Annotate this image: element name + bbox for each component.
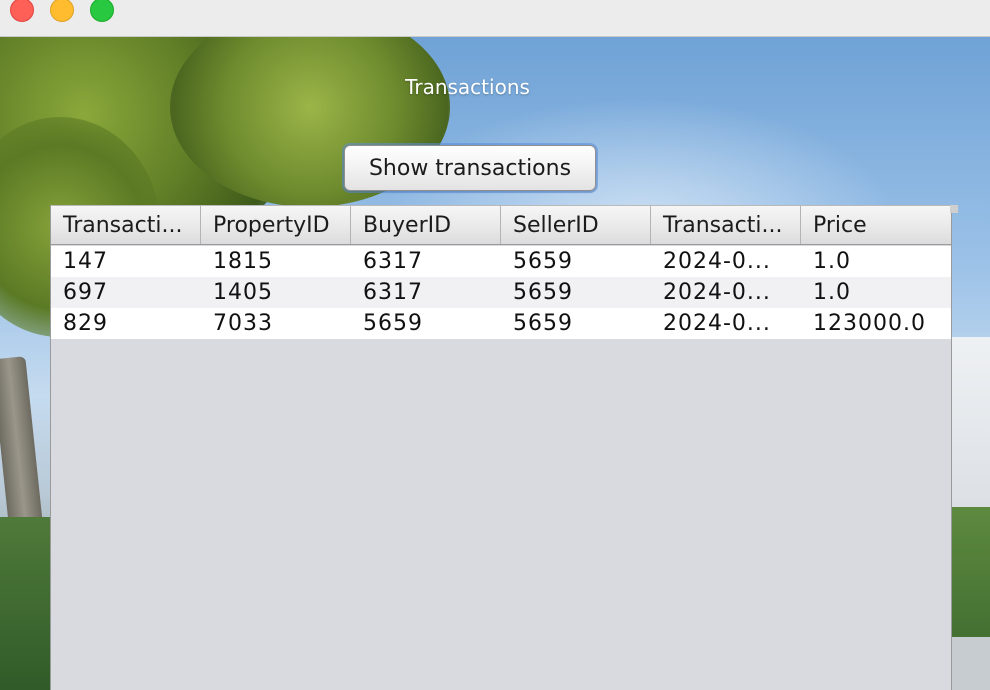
column-header-price[interactable]: Price [801,206,951,244]
column-header-transaction-date[interactable]: Transacti... [651,206,801,244]
background-path [952,637,990,690]
table-cell[interactable]: 6317 [351,277,501,308]
table-cell[interactable]: 1815 [201,246,351,277]
table-row[interactable]: 829 7033 5659 5659 2024-0... 123000.0 [51,308,951,339]
show-transactions-button[interactable]: Show transactions [344,145,596,191]
table-cell[interactable]: 147 [51,246,201,277]
minimize-window-button[interactable] [50,0,74,22]
transactions-table[interactable]: Transacti... PropertyID BuyerID SellerID… [50,205,952,690]
table-cell[interactable]: 5659 [351,308,501,339]
column-header-transaction-id[interactable]: Transacti... [51,206,201,244]
close-window-button[interactable] [10,0,34,22]
column-header-seller-id[interactable]: SellerID [501,206,651,244]
table-cell[interactable]: 829 [51,308,201,339]
table-row[interactable]: 147 1815 6317 5659 2024-0... 1.0 [51,246,951,277]
table-cell[interactable]: 697 [51,277,201,308]
column-header-buyer-id[interactable]: BuyerID [351,206,501,244]
column-header-property-id[interactable]: PropertyID [201,206,351,244]
table-body: 147 1815 6317 5659 2024-0... 1.0 697 140… [51,246,951,339]
table-cell[interactable]: 1.0 [801,277,951,308]
table-cell[interactable]: 5659 [501,246,651,277]
table-cell[interactable]: 7033 [201,308,351,339]
table-cell[interactable]: 5659 [501,308,651,339]
table-corner [950,205,958,213]
table-cell[interactable]: 2024-0... [651,246,801,277]
table-cell[interactable]: 1.0 [801,246,951,277]
table-cell[interactable]: 2024-0... [651,277,801,308]
table-cell[interactable]: 5659 [501,277,651,308]
window-titlebar [0,0,990,37]
table-cell[interactable]: 1405 [201,277,351,308]
table-header: Transacti... PropertyID BuyerID SellerID… [51,205,951,245]
page-title: Transactions [405,75,530,99]
table-cell[interactable]: 6317 [351,246,501,277]
content-pane: Transactions Show transactions Transacti… [0,37,990,690]
table-row[interactable]: 697 1405 6317 5659 2024-0... 1.0 [51,277,951,308]
table-cell[interactable]: 123000.0 [801,308,951,339]
table-cell[interactable]: 2024-0... [651,308,801,339]
maximize-window-button[interactable] [90,0,114,22]
